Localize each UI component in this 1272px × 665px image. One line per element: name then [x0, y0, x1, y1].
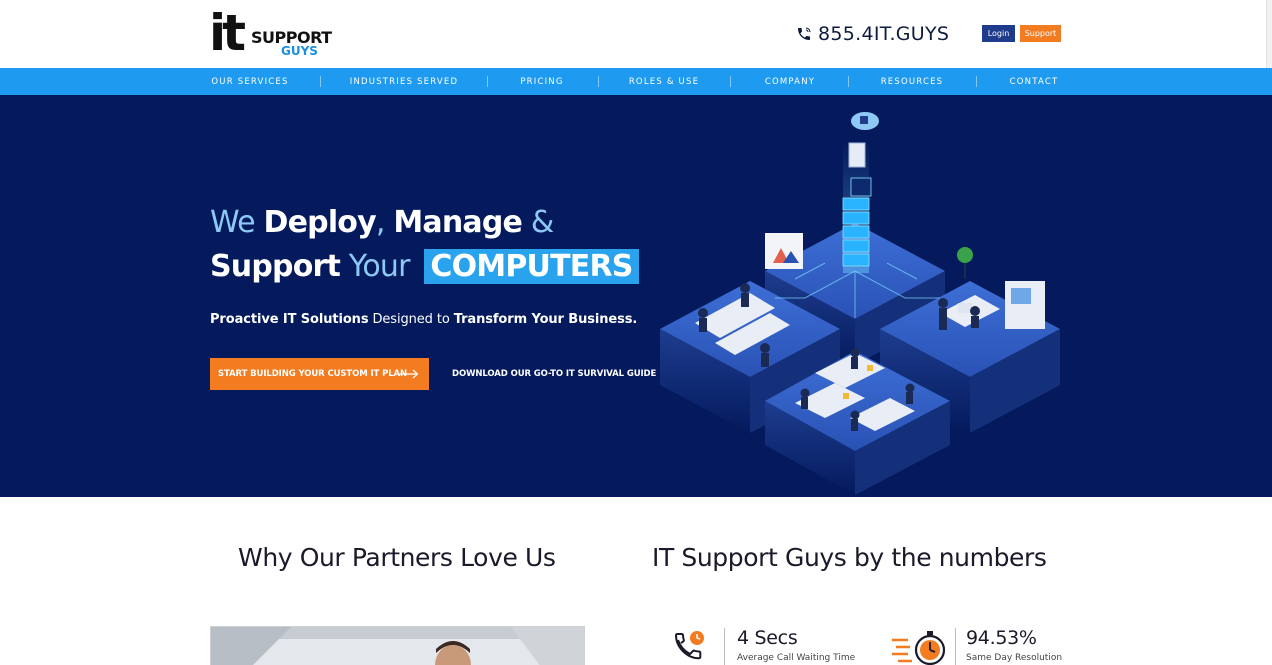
support-button[interactable]: Support: [1020, 25, 1061, 42]
testimonial-video[interactable]: [210, 626, 585, 665]
stat-divider: [724, 628, 725, 665]
stat-call-wait: 4 Secs Average Call Waiting Time: [670, 622, 870, 665]
hero-headline-line-2: Support Your COMPUTERS: [210, 245, 639, 289]
hero-word-manage: Manage: [393, 205, 523, 240]
main-nav: OUR SERVICES INDUSTRIES SERVED PRICING R…: [0, 68, 1272, 95]
hero-sub-part-2: Designed to: [368, 312, 454, 327]
hero-banner: We Deploy, Manage & Support Your COMPUTE…: [0, 95, 1272, 497]
hero-ampersand: &: [522, 205, 554, 240]
hero-comma: ,: [375, 205, 394, 240]
stat-same-day-resolution: 94.53% Same Day Resolution: [890, 622, 1066, 665]
page-scrollbar[interactable]: [1266, 0, 1272, 68]
hero-headline-line-1: We Deploy, Manage &: [210, 201, 639, 245]
hero-headline: We Deploy, Manage & Support Your COMPUTE…: [210, 201, 639, 289]
hero-sub-part-1: Proactive IT Solutions: [210, 312, 369, 327]
stat-value: 4 Secs: [737, 627, 798, 649]
hero-word-support: Support: [210, 249, 341, 284]
nav-item-resources[interactable]: RESOURCES: [872, 68, 952, 95]
nav-divider: [730, 76, 731, 87]
hero-subheadline: Proactive IT Solutions Designed to Trans…: [210, 312, 637, 327]
stat-value: 94.53%: [966, 627, 1037, 649]
nav-item-industries-served[interactable]: INDUSTRIES SERVED: [340, 68, 468, 95]
nav-item-company[interactable]: COMPANY: [755, 68, 825, 95]
site-logo[interactable]: it SUPPORT GUYS: [209, 4, 332, 62]
hero-word-deploy: Deploy: [263, 205, 377, 240]
arrow-right-icon: [399, 369, 419, 379]
logo-it-mark: it: [209, 4, 246, 62]
numbers-section-title: IT Support Guys by the numbers: [652, 543, 1047, 572]
nav-divider: [848, 76, 849, 87]
isometric-office-illustration: [660, 112, 1060, 495]
page: it SUPPORT GUYS 855.4IT.GUYS Login Suppo…: [0, 0, 1272, 665]
phone-link[interactable]: 855.4IT.GUYS: [796, 21, 949, 47]
nav-item-contact[interactable]: CONTACT: [1002, 68, 1066, 95]
stat-divider: [955, 628, 956, 665]
stat-label: Same Day Resolution: [966, 653, 1063, 663]
nav-item-roles-use[interactable]: ROLES & USE: [622, 68, 706, 95]
nav-divider: [320, 76, 321, 87]
site-header: it SUPPORT GUYS 855.4IT.GUYS Login Suppo…: [0, 0, 1272, 68]
nav-divider: [976, 76, 977, 87]
hero-sub-part-3: Transform Your Business.: [453, 312, 638, 327]
login-button[interactable]: Login: [982, 25, 1015, 42]
logo-guys-text: GUYS: [281, 44, 318, 58]
phone-number: 855.4IT.GUYS: [818, 23, 950, 45]
phone-icon: [798, 27, 811, 40]
custom-it-plan-button[interactable]: START BUILDING YOUR CUSTOM IT PLAN: [210, 358, 429, 390]
hero-word-we: We: [210, 205, 264, 240]
nav-item-our-services[interactable]: OUR SERVICES: [205, 68, 295, 95]
custom-it-plan-label: START BUILDING YOUR CUSTOM IT PLAN: [218, 369, 408, 379]
survival-guide-link[interactable]: DOWNLOAD OUR GO-TO IT SURVIVAL GUIDE: [452, 358, 656, 390]
nav-divider: [598, 76, 599, 87]
phone-clock-icon: [674, 631, 704, 660]
nav-item-pricing[interactable]: PRICING: [510, 68, 574, 95]
stopwatch-icon: [892, 631, 946, 665]
hero-word-your: Your: [340, 249, 419, 284]
stat-label: Average Call Waiting Time: [737, 653, 856, 663]
partners-section-title: Why Our Partners Love Us: [238, 543, 556, 572]
testimonial-photo: [211, 627, 584, 665]
nav-divider: [487, 76, 488, 87]
hero-highlight-computers: COMPUTERS: [424, 249, 639, 284]
